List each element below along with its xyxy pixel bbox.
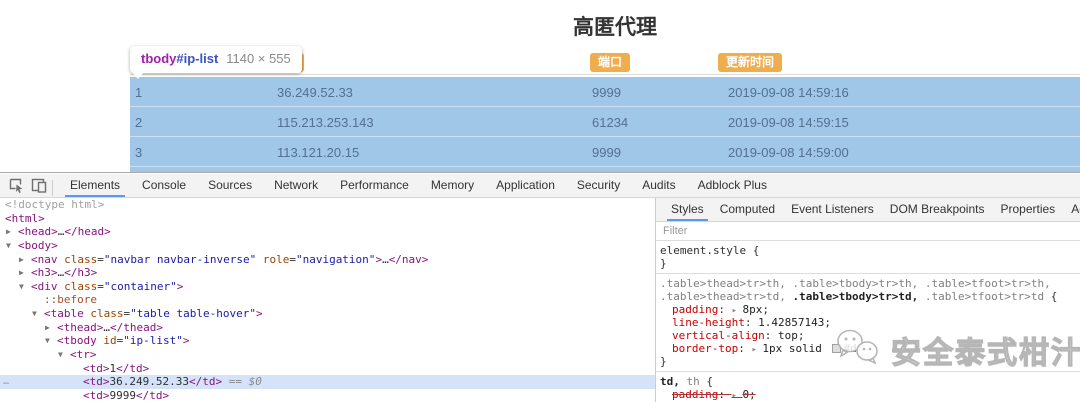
tooltip-tag-name: tbody bbox=[141, 51, 177, 66]
devtools-tab-adblock-plus[interactable]: Adblock Plus bbox=[687, 174, 778, 197]
devtools-tab-security[interactable]: Security bbox=[566, 174, 631, 197]
sidebar-tab-properties[interactable]: Properties bbox=[992, 198, 1063, 221]
devtools-toolbar: Elements Console Sources Network Performance… bbox=[0, 174, 1080, 198]
row-number-cell: 2 bbox=[135, 115, 143, 130]
table-header-border bbox=[130, 74, 1080, 75]
ip-cell: 113.121.20.15 bbox=[277, 145, 360, 160]
row-number-cell: 3 bbox=[135, 145, 143, 160]
expander-collapsed-icon[interactable]: ▶ bbox=[6, 225, 11, 239]
watermark: 安全泰式柑汁 bbox=[835, 325, 1080, 374]
devtools-tab-audits[interactable]: Audits bbox=[631, 174, 686, 197]
dom-tree-node[interactable]: ▼ <tr> bbox=[0, 348, 655, 362]
dom-tree-node[interactable]: <html> bbox=[0, 212, 655, 226]
devtools-tab-network[interactable]: Network bbox=[263, 174, 329, 197]
dom-tree-node[interactable]: ::before bbox=[0, 293, 655, 307]
dom-tree-node[interactable]: ▼ <table class="table table-hover"> bbox=[0, 307, 655, 321]
styles-sidebar-tabs: Styles Computed Event Listeners DOM Breakpo… bbox=[656, 198, 1080, 222]
devtools-tab-sources[interactable]: Sources bbox=[197, 174, 263, 197]
rule-divider bbox=[656, 273, 1080, 274]
styles-rules-list: element.style {} .table>thead>tr>th, .tab… bbox=[656, 241, 1080, 402]
sidebar-tab-accessibility[interactable]: Accessibility bbox=[1063, 198, 1080, 221]
update-time-cell: 2019-09-08 14:59:00 bbox=[728, 145, 849, 160]
expander-collapsed-icon[interactable]: ▶ bbox=[19, 253, 24, 267]
dom-tree-node[interactable]: <td>1</td> bbox=[0, 362, 655, 376]
sidebar-tab-event-listeners[interactable]: Event Listeners bbox=[783, 198, 882, 221]
expander-collapsed-icon[interactable]: ▶ bbox=[45, 321, 50, 335]
css-rule-line[interactable]: .table>thead>tr>th, .table>tbody>tr>th, … bbox=[660, 277, 1080, 290]
elements-dom-tree: <!doctype html> <html> ▶ <head>…</head> ▼ <bo… bbox=[0, 198, 655, 402]
update-time-cell: 2019-09-08 14:59:16 bbox=[728, 85, 849, 100]
sidebar-tab-styles[interactable]: Styles bbox=[663, 198, 712, 221]
inspect-element-icon[interactable] bbox=[6, 177, 28, 195]
devtools-main-tabs: Elements Console Sources Network Performance… bbox=[59, 174, 778, 197]
update-time-cell: 2019-09-08 14:59:15 bbox=[728, 115, 849, 130]
expander-expanded-icon[interactable]: ▼ bbox=[58, 348, 63, 362]
css-rule-line[interactable]: .table>thead>tr>td, .table>tbody>tr>td, … bbox=[660, 290, 1080, 303]
expander-expanded-icon[interactable]: ▼ bbox=[6, 239, 11, 253]
page-title: 高匿代理 bbox=[573, 16, 657, 39]
port-cell: 61234 bbox=[592, 115, 629, 130]
dom-tree-node[interactable]: ▶ <head>…</head> bbox=[0, 225, 655, 239]
css-declaration[interactable]: padding: ▸ 0; bbox=[660, 388, 1080, 401]
table-row: 1 36.249.52.33 9999 2019-09-08 14:59:16 bbox=[130, 77, 1080, 107]
tooltip-pointer bbox=[132, 72, 144, 79]
expander-collapsed-icon[interactable]: ▶ bbox=[19, 266, 24, 280]
port-cell: 9999 bbox=[592, 85, 621, 100]
expander-expanded-icon[interactable]: ▼ bbox=[45, 334, 50, 348]
toolbar-separator bbox=[52, 179, 53, 196]
devtools-tab-application[interactable]: Application bbox=[485, 174, 566, 197]
expander-expanded-icon[interactable]: ▼ bbox=[32, 307, 37, 321]
styles-filter-bar[interactable]: Filter bbox=[656, 222, 1080, 241]
dom-tree-node[interactable]: ▼ <tbody id="ip-list"> bbox=[0, 334, 655, 348]
dom-tree-node[interactable]: ▶ <nav class="navbar navbar-inverse" role… bbox=[0, 253, 655, 267]
row-number-cell: 1 bbox=[135, 85, 143, 100]
column-header-badge: 端口 bbox=[590, 53, 631, 72]
devtools-tab-console[interactable]: Console bbox=[131, 174, 197, 197]
expander-expanded-icon[interactable]: ▼ bbox=[19, 280, 24, 294]
inspected-tbody-highlight: 1 36.249.52.33 9999 2019-09-08 14:59:16 2 115… bbox=[130, 77, 1080, 172]
tooltip-element-id: #ip-list bbox=[176, 51, 219, 66]
column-header-badge: 更新时间 bbox=[718, 53, 783, 72]
dom-tree-node[interactable]: <td>9999</td> bbox=[0, 389, 655, 402]
port-cell: 9999 bbox=[592, 145, 621, 160]
table-row: 3 113.121.20.15 9999 2019-09-08 14:59:00 bbox=[130, 137, 1080, 167]
watermark-text: 安全泰式柑汁 bbox=[890, 336, 1080, 370]
css-rule-line[interactable]: } bbox=[660, 257, 1080, 270]
dom-tree-node[interactable]: … <td>36.249.52.33</td> == $0 bbox=[0, 375, 655, 389]
devtools-inspect-tooltip: tbody#ip-list 1140 × 555 bbox=[130, 46, 302, 73]
sidebar-tab-dom-breakpoints[interactable]: DOM Breakpoints bbox=[882, 198, 993, 221]
ip-cell: 36.249.52.33 bbox=[277, 85, 353, 100]
ip-cell: 115.213.253.143 bbox=[277, 115, 374, 130]
dom-tree-node[interactable]: ▼ <div class="container"> bbox=[0, 280, 655, 294]
table-row: 2 115.213.253.143 61234 2019-09-08 14:59:15 bbox=[130, 107, 1080, 137]
dom-tree-node[interactable]: ▼ <body> bbox=[0, 239, 655, 253]
css-rule-line[interactable]: td, th { bbox=[660, 375, 1080, 388]
browser-page: 高匿代理 IP端口更新时间 136.249.52.3399992019-09-0… bbox=[0, 0, 1080, 172]
devtools-tab-elements[interactable]: Elements bbox=[59, 174, 131, 197]
dom-tree-node[interactable]: <!doctype html> bbox=[0, 198, 655, 212]
wechat-logo-icon bbox=[835, 325, 885, 374]
device-toolbar-icon[interactable] bbox=[28, 177, 50, 195]
devtools-tab-memory[interactable]: Memory bbox=[420, 174, 485, 197]
tooltip-dimensions: 1140 × 555 bbox=[226, 51, 291, 66]
styles-filter-input[interactable]: Filter bbox=[663, 225, 687, 237]
gutter-ellipsis[interactable]: … bbox=[3, 375, 9, 389]
css-declaration[interactable]: padding: ▸ 8px; bbox=[660, 303, 1080, 316]
devtools-tab-performance[interactable]: Performance bbox=[329, 174, 420, 197]
dom-tree-node[interactable]: ▶ <thead>…</thead> bbox=[0, 321, 655, 335]
screenshot-stage: 高匿代理 IP端口更新时间 136.249.52.3399992019-09-0… bbox=[0, 0, 1080, 402]
dom-tree-node[interactable]: ▶ <h3>…</h3> bbox=[0, 266, 655, 280]
css-rule-line[interactable]: element.style { bbox=[660, 244, 1080, 257]
sidebar-tab-computed[interactable]: Computed bbox=[712, 198, 783, 221]
